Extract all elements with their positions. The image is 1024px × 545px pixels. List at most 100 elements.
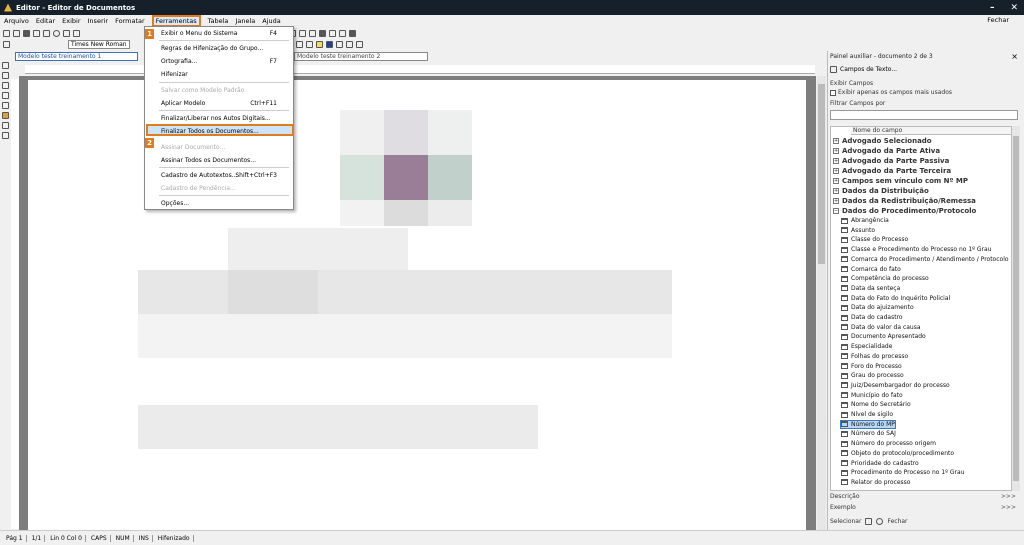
menu-formatar[interactable]: Formatar <box>115 17 145 25</box>
filter-input[interactable] <box>830 110 1018 120</box>
tree-group[interactable]: + Advogado Selecionado <box>833 137 932 145</box>
merge-icon[interactable] <box>299 29 306 37</box>
menu-item-finalize-all[interactable]: Finalizar Todos os Documentos... <box>161 128 259 135</box>
field-item[interactable]: Nível de sigilo <box>841 411 893 418</box>
menu-item-options[interactable]: Opções... <box>161 200 189 207</box>
document-tab-2[interactable]: Modelo teste treinamento 2 <box>294 52 428 61</box>
tool-icon[interactable] <box>2 112 9 119</box>
menu-item-autotext[interactable]: Cadastro de Autotextos... <box>161 172 237 179</box>
fechar-link[interactable]: Fechar <box>987 16 1009 24</box>
panel-close-button[interactable]: Fechar <box>887 518 907 525</box>
expand-description-icon[interactable]: >>> <box>1001 493 1016 500</box>
field-item[interactable]: Especialidade <box>841 343 892 350</box>
field-item[interactable]: Documento Apresentado <box>841 333 926 340</box>
tree-group[interactable]: + Campos sem vínculo com Nº MP <box>833 177 968 185</box>
scroll-thumb[interactable] <box>1013 136 1019 481</box>
expand-icon[interactable]: + <box>833 148 839 154</box>
expand-icon[interactable]: + <box>833 198 839 204</box>
field-item[interactable]: Juiz/Desembargador do processo <box>841 382 950 389</box>
field-item[interactable]: Classe e Procedimento do Processo no 1º … <box>841 246 992 253</box>
font-shrink-icon[interactable] <box>345 40 353 48</box>
show-fields-section[interactable]: Exibir Campos <box>830 80 873 87</box>
spell-icon[interactable] <box>53 29 60 37</box>
split-icon[interactable] <box>309 29 316 37</box>
only-used-option[interactable]: Exibir apenas os campos mais usados <box>830 89 952 96</box>
tree-group[interactable]: + Dados da Distribuição <box>833 187 929 195</box>
grid-icon[interactable] <box>349 29 356 37</box>
field-item[interactable]: Comarca do Procedimento / Atendimento / … <box>841 256 1009 263</box>
expand-icon[interactable]: + <box>833 178 839 184</box>
field-item[interactable]: Comarca do fato <box>841 266 901 273</box>
field-item[interactable]: Data da senteça <box>841 285 900 292</box>
tree-group[interactable]: + Advogado da Parte Terceira <box>833 167 951 175</box>
highlight-icon[interactable] <box>315 40 323 48</box>
tree-group[interactable]: + Advogado da Parte Passiva <box>833 157 949 165</box>
menu-item-spelling[interactable]: Ortografia... <box>161 58 197 65</box>
tool-icon[interactable] <box>2 102 9 109</box>
copy-icon[interactable] <box>73 29 80 37</box>
tree-group-expanded[interactable]: − Dados do Procedimento/Protocolo <box>833 207 976 215</box>
field-item[interactable]: Foro do Processo <box>841 363 902 370</box>
field-item[interactable]: Data do valor da causa <box>841 324 921 331</box>
expand-icon[interactable]: + <box>833 138 839 144</box>
field-item[interactable]: Número do MP <box>840 419 896 429</box>
image-icon[interactable] <box>329 29 336 37</box>
example-section[interactable]: Exemplo >>> <box>830 504 1020 511</box>
tool-icon[interactable] <box>2 82 9 89</box>
menu-arquivo[interactable]: Arquivo <box>4 17 29 25</box>
field-item[interactable]: Número do processo origem <box>841 440 936 447</box>
outdent-icon[interactable] <box>305 40 313 48</box>
text-fields-button[interactable]: Campos de Texto... <box>830 64 1020 74</box>
help-icon[interactable] <box>876 518 884 525</box>
style-icon[interactable] <box>3 40 10 48</box>
menu-item-finalize-release[interactable]: Finalizar/Liberar nos Autos Digitais... <box>161 115 271 122</box>
tool-icon[interactable] <box>2 72 9 79</box>
menu-ajuda[interactable]: Ajuda <box>262 17 280 25</box>
tool-icon[interactable] <box>2 92 9 99</box>
tool-icon[interactable] <box>2 132 9 139</box>
panel-close-icon[interactable]: × <box>1011 52 1018 61</box>
menu-item-hyphenate[interactable]: Hifenizar <box>161 71 188 78</box>
menu-exibir[interactable]: Exibir <box>62 17 80 25</box>
field-item[interactable]: Abrangência <box>841 217 889 224</box>
document-tab-active[interactable]: Modelo teste treinamento 1 <box>15 52 138 61</box>
menu-janela[interactable]: Janela <box>235 17 255 25</box>
field-item[interactable]: Data do cadastro <box>841 314 903 321</box>
tree-group[interactable]: + Dados da Redistribuição/Remessa <box>833 197 976 205</box>
font-grow-icon[interactable] <box>335 40 343 48</box>
border-icon[interactable] <box>319 29 326 37</box>
select-button[interactable]: Selecionar <box>830 518 861 525</box>
print-icon[interactable] <box>33 29 40 37</box>
field-item[interactable]: Data do ajuizamento <box>841 304 914 311</box>
description-section[interactable]: Descrição >>> <box>830 493 1020 500</box>
font-color-icon[interactable] <box>325 40 333 48</box>
field-item[interactable]: Município do fato <box>841 392 903 399</box>
font-select[interactable]: Times New Roman <box>68 39 130 49</box>
field-item[interactable]: Data do Fato do Inquérito Policial <box>841 295 950 302</box>
field-icon[interactable] <box>339 29 346 37</box>
close-icon[interactable]: ✕ <box>1010 3 1018 13</box>
collapse-icon[interactable]: − <box>833 208 839 214</box>
cut-icon[interactable] <box>63 29 70 37</box>
tree-scrollbar[interactable] <box>1012 126 1020 491</box>
scroll-thumb[interactable] <box>818 84 825 264</box>
expand-example-icon[interactable]: >>> <box>1001 504 1016 511</box>
menu-item-apply-model[interactable]: Aplicar Modelo <box>161 100 205 107</box>
field-item[interactable]: Nome do Secretário <box>841 401 911 408</box>
case-icon[interactable] <box>355 40 363 48</box>
tool-icon[interactable] <box>2 62 9 69</box>
expand-icon[interactable]: + <box>833 158 839 164</box>
menu-tabela[interactable]: Tabela <box>208 17 229 25</box>
field-item[interactable]: Prioridade do cadastro <box>841 460 919 467</box>
new-icon[interactable] <box>3 29 10 37</box>
field-item[interactable]: Competência do processo <box>841 275 929 282</box>
indent-icon[interactable] <box>295 40 303 48</box>
field-item[interactable]: Objeto do protocolo/procedimento <box>841 450 954 457</box>
field-item[interactable]: Número do SAJ <box>841 430 896 437</box>
select-icon[interactable] <box>865 518 873 525</box>
field-item[interactable]: Relator do processo <box>841 479 910 486</box>
field-item[interactable]: Assunto <box>841 227 875 234</box>
field-item[interactable]: Grau do processo <box>841 372 904 379</box>
menu-item-sign-all[interactable]: Assinar Todos os Documentos... <box>161 157 256 164</box>
field-item[interactable]: Folhas do processo <box>841 353 908 360</box>
